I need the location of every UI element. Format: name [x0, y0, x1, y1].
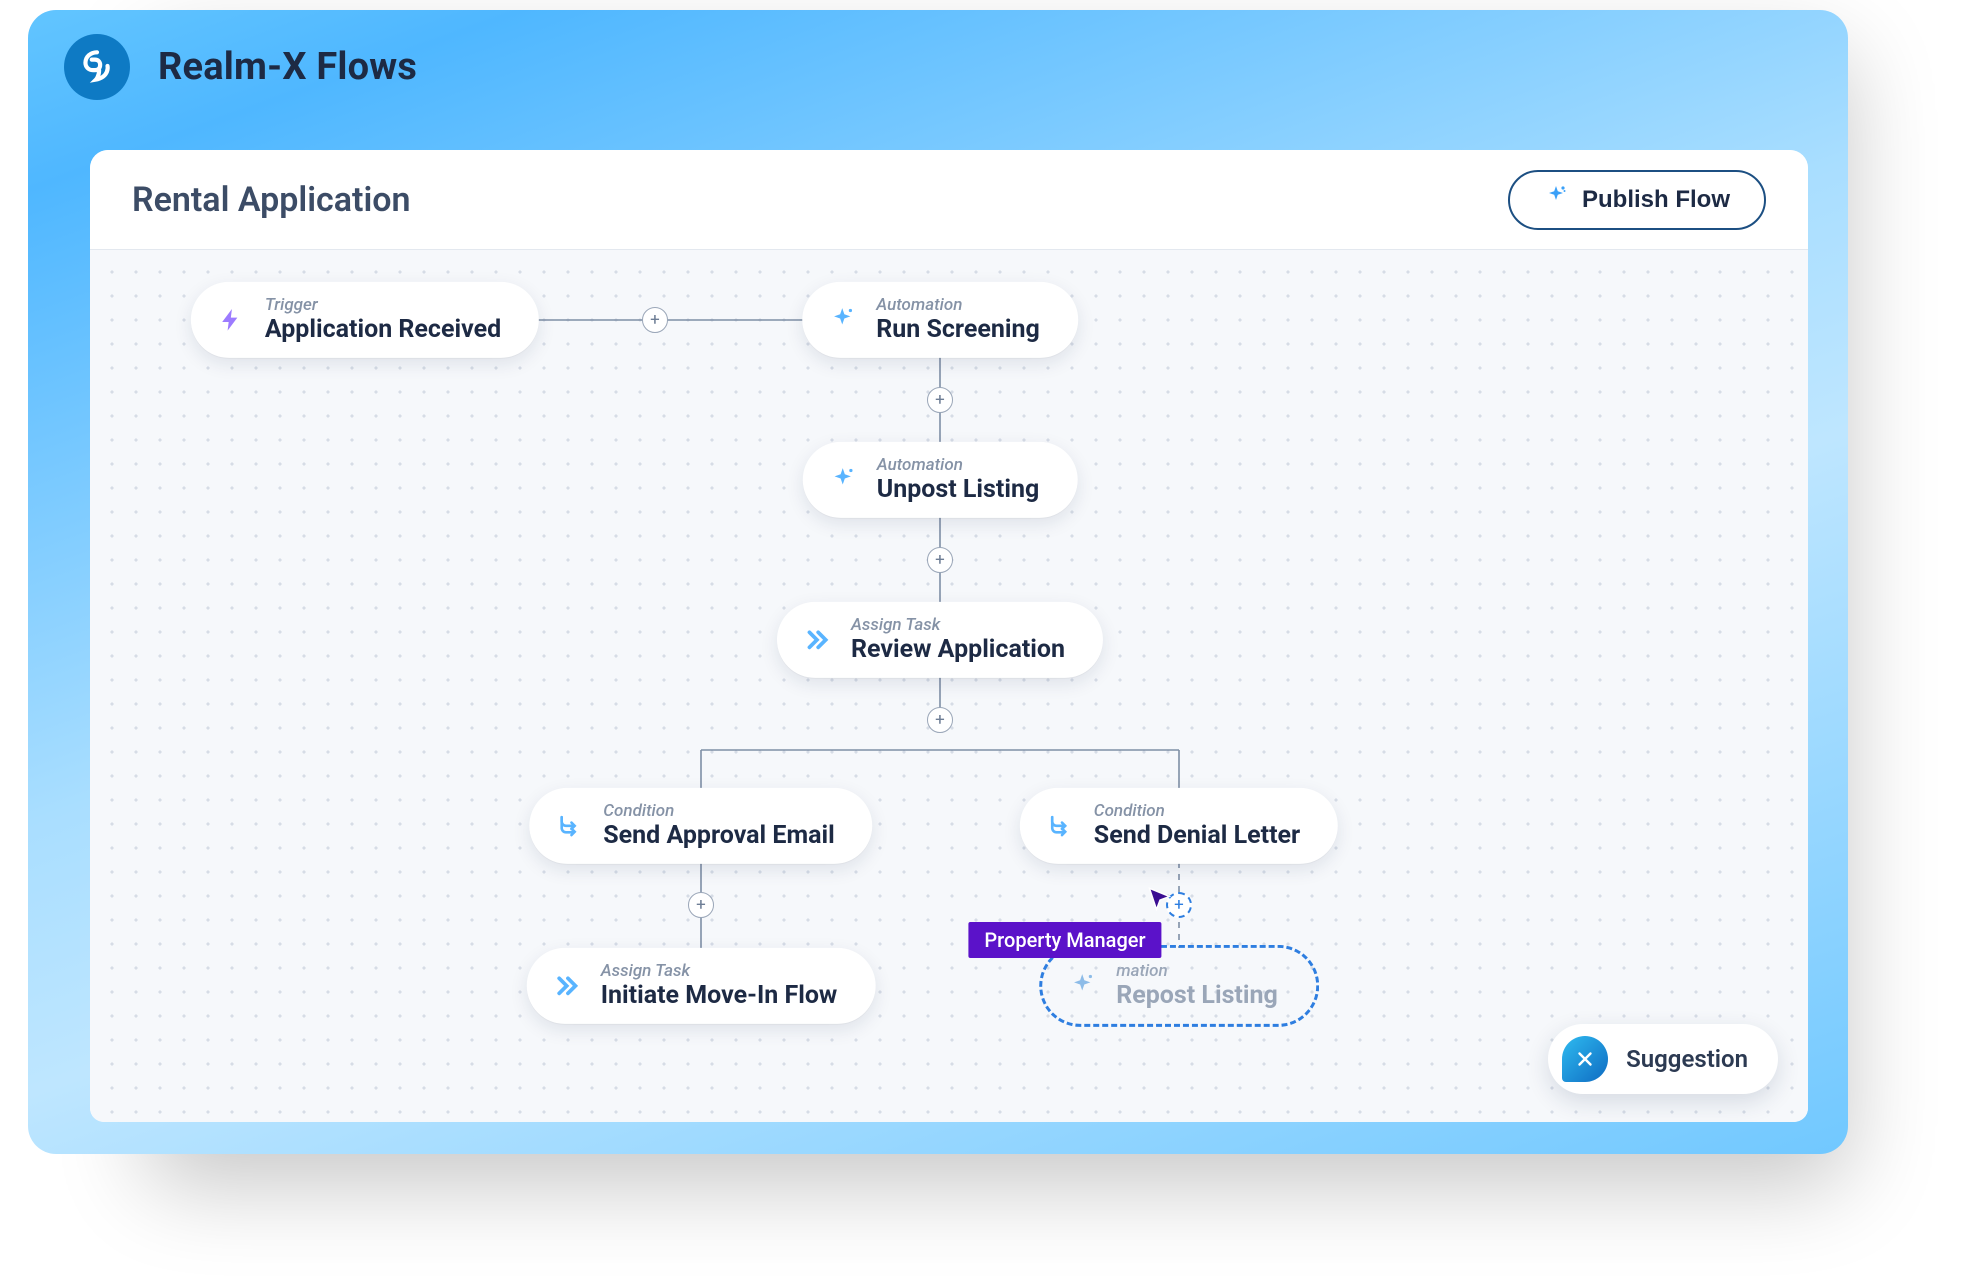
flow-node-unpost[interactable]: Automation Unpost Listing	[803, 442, 1078, 518]
add-step-button[interactable]: +	[927, 707, 953, 733]
add-step-button[interactable]: +	[642, 307, 668, 333]
node-label: Application Received	[265, 315, 501, 344]
flow-title: Rental Application	[132, 180, 411, 220]
flow-node-screening[interactable]: Automation Run Screening	[802, 282, 1078, 358]
chevrons-right-icon	[799, 622, 835, 658]
suggestion-bubble-icon	[1562, 1036, 1608, 1082]
publish-flow-label: Publish Flow	[1582, 186, 1730, 214]
flow-node-trigger[interactable]: Trigger Application Received	[191, 282, 539, 358]
app-header: Realm-X Flows	[28, 10, 1848, 116]
branch-icon	[1042, 808, 1078, 844]
flow-node-review[interactable]: Assign Task Review Application	[777, 602, 1103, 678]
collaborator-name: Property Manager	[984, 928, 1145, 952]
node-kind: Automation	[877, 456, 1040, 476]
node-label: Unpost Listing	[877, 475, 1040, 504]
node-kind: Assign Task	[601, 962, 838, 982]
chevrons-right-icon	[549, 968, 585, 1004]
node-kind: Condition	[1094, 802, 1300, 822]
node-label: Run Screening	[876, 315, 1040, 344]
sparkle-icon	[1544, 184, 1568, 215]
publish-flow-button[interactable]: Publish Flow	[1508, 170, 1766, 230]
flow-node-deny[interactable]: Condition Send Denial Letter	[1020, 788, 1338, 864]
sparkle-icon	[824, 302, 860, 338]
flow-canvas[interactable]: + + + + + + Trigger Application Received	[90, 250, 1808, 1122]
editor-panel: Rental Application Publish Flow	[90, 150, 1808, 1122]
node-label: Initiate Move-In Flow	[601, 981, 838, 1010]
app-logo-icon	[64, 34, 130, 100]
flow-node-movein[interactable]: Assign Task Initiate Move-In Flow	[527, 948, 876, 1024]
add-step-button[interactable]: +	[927, 387, 953, 413]
node-label: Review Application	[851, 635, 1065, 664]
node-label: Repost Listing	[1116, 981, 1278, 1010]
branch-icon	[551, 808, 587, 844]
app-frame: Realm-X Flows Rental Application Publish…	[28, 10, 1848, 1154]
edges-layer	[90, 250, 1808, 1122]
node-label: Send Denial Letter	[1094, 821, 1300, 850]
sparkle-icon	[1064, 968, 1100, 1004]
suggestion-label: Suggestion	[1626, 1045, 1748, 1073]
suggestion-chip[interactable]: Suggestion	[1548, 1024, 1778, 1094]
sparkle-icon	[825, 462, 861, 498]
node-kind: Assign Task	[851, 616, 1065, 636]
bolt-icon	[213, 302, 249, 338]
editor-header: Rental Application Publish Flow	[90, 150, 1808, 250]
add-step-button[interactable]: +	[688, 892, 714, 918]
node-kind: mation	[1116, 962, 1278, 982]
add-step-button[interactable]: +	[927, 547, 953, 573]
collaborator-cursor-icon	[1146, 886, 1174, 914]
app-title: Realm-X Flows	[158, 45, 417, 89]
node-kind: Trigger	[265, 296, 501, 316]
flow-node-approve[interactable]: Condition Send Approval Email	[529, 788, 872, 864]
node-label: Send Approval Email	[603, 821, 834, 850]
node-kind: Condition	[603, 802, 834, 822]
node-kind: Automation	[876, 296, 1040, 316]
collaborator-tag: Property Manager	[968, 922, 1161, 958]
